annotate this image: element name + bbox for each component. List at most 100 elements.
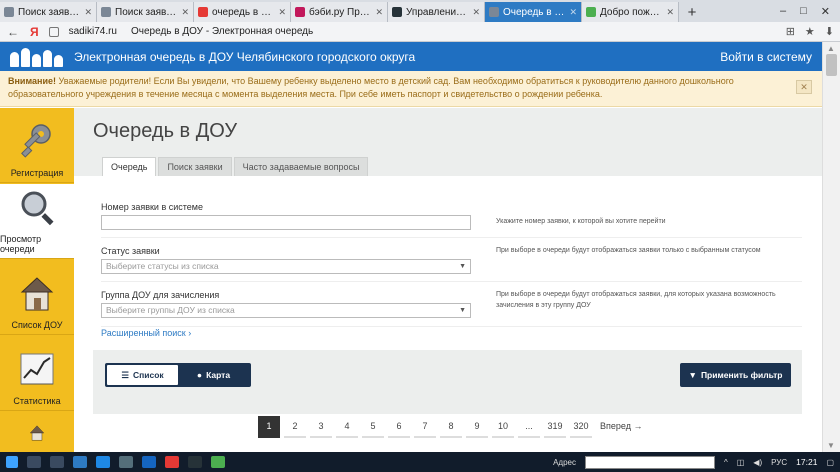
sidebar-item-label: Просмотр очереди <box>0 234 42 254</box>
group-select[interactable]: Выберите группы ДОУ из списка ▼ <box>101 303 471 318</box>
mail-icon[interactable] <box>119 456 133 468</box>
children-logo-icon[interactable] <box>10 47 64 67</box>
pager-page[interactable]: 1 <box>258 416 280 438</box>
sidebar-item-dou-list[interactable]: Список ДОУ <box>0 260 74 335</box>
favicon-icon <box>295 7 305 17</box>
close-tab-icon[interactable]: ✕ <box>375 7 383 18</box>
scroll-down-icon[interactable]: ▼ <box>827 441 835 450</box>
pager-page[interactable]: 10 <box>492 416 514 438</box>
new-tab-button[interactable]: + <box>679 2 705 22</box>
browser-tab-title: Поиск заявлений/ос <box>18 6 81 18</box>
filter-icon: ▼ <box>688 370 697 380</box>
ie-icon[interactable] <box>96 456 110 468</box>
group-hint: При выборе в очереди будут отображаться … <box>496 291 776 309</box>
status-hint: При выборе в очереди будут отображаться … <box>496 247 761 254</box>
sidebar-item-more[interactable] <box>0 412 74 452</box>
page-scrollbar[interactable]: ▲ ▼ <box>822 42 840 452</box>
browser-tab[interactable]: Управление образо ✕ <box>388 2 485 22</box>
browser-tab[interactable]: Поиск заявлений/ос✕ <box>0 2 97 22</box>
house-icon <box>20 277 54 311</box>
chevron-down-icon: ▼ <box>459 263 466 270</box>
notice-text: Уважаемые родители! Если Вы увидели, что… <box>8 76 734 99</box>
close-tab-icon[interactable]: ✕ <box>278 7 286 18</box>
tabs-view-icon[interactable]: ⊞ <box>786 25 795 38</box>
language-indicator[interactable]: РУС <box>771 458 787 467</box>
browser-tab[interactable]: Поиск заявлений/ос✕ <box>97 2 194 22</box>
close-tab-icon[interactable]: ✕ <box>666 7 674 18</box>
view-list-button[interactable]: ☰ Список <box>107 365 178 385</box>
sidebar-item-label: Список ДОУ <box>11 320 63 330</box>
word-icon[interactable] <box>142 456 156 468</box>
lock-icon <box>48 26 59 37</box>
list-icon: ☰ <box>121 369 129 380</box>
close-tab-icon[interactable]: ✕ <box>181 7 189 18</box>
back-button[interactable]: ← <box>6 25 20 39</box>
view-map-label: Карта <box>206 370 231 380</box>
yandex-browser-icon[interactable] <box>165 456 179 468</box>
pager-page[interactable]: 8 <box>440 416 462 438</box>
status-select[interactable]: Выберите статусы из списка ▼ <box>101 259 471 274</box>
close-tab-icon[interactable]: ✕ <box>472 7 480 18</box>
login-link[interactable]: Войти в систему <box>720 50 812 64</box>
network-icon[interactable]: ◫ <box>737 458 745 467</box>
edge-icon[interactable] <box>73 456 87 468</box>
browser-tab-title: Управление образо <box>406 6 468 18</box>
minimize-button[interactable]: – <box>780 5 786 17</box>
application-number-input[interactable] <box>101 215 471 230</box>
form-row-number: Номер заявки в системе Укажите номер зая… <box>101 196 802 238</box>
maximize-button[interactable]: □ <box>800 5 807 17</box>
notice-close-button[interactable]: ✕ <box>796 80 812 94</box>
pager-page[interactable]: 9 <box>466 416 488 438</box>
pager-page[interactable]: 320 <box>570 416 592 438</box>
download-icon[interactable]: ⬇ <box>825 25 834 38</box>
tab-faq[interactable]: Часто задаваемые вопросы <box>233 157 369 176</box>
pager-page[interactable]: 5 <box>362 416 384 438</box>
pager-next[interactable]: Вперед → <box>596 416 646 438</box>
pager-page[interactable]: 2 <box>284 416 306 438</box>
close-tab-icon[interactable]: ✕ <box>84 7 92 18</box>
taskbar-address-input[interactable] <box>584 455 715 469</box>
pager-page[interactable]: 4 <box>336 416 358 438</box>
view-map-button[interactable]: ● Карта <box>178 365 249 385</box>
task-view-icon[interactable] <box>50 456 64 468</box>
advanced-search-link[interactable]: Расширенный поиск › <box>101 328 191 338</box>
pager-page[interactable]: 6 <box>388 416 410 438</box>
favicon-icon <box>101 7 111 17</box>
favicon-icon <box>392 7 402 17</box>
apply-filter-button[interactable]: ▼ Применить фильтр <box>680 363 791 387</box>
tab-search-application[interactable]: Поиск заявки <box>158 157 232 176</box>
sidebar-item-statistics[interactable]: Статистика <box>0 336 74 411</box>
notifications-icon[interactable]: ▢ <box>826 458 834 467</box>
sidebar-item-registration[interactable]: Регистрация <box>0 108 74 183</box>
browser-tab[interactable]: Добро пожаловать ✕ <box>582 2 679 22</box>
url-domain[interactable]: sadiki74.ru <box>69 26 117 37</box>
site-header: Электронная очередь в ДОУ Челябинского г… <box>0 42 822 71</box>
browser-tab[interactable]: очередь в детский с ✕ <box>194 2 291 22</box>
browser-tab[interactable]: бэби.ру Прямой эф✕ <box>291 2 388 22</box>
pager-page[interactable]: 3 <box>310 416 332 438</box>
favicon-icon <box>586 7 596 17</box>
browser-tab[interactable]: Очередь в ДОУ - ✕ <box>485 2 582 22</box>
bookmark-star-icon[interactable]: ★ <box>805 25 815 38</box>
pager-page[interactable]: 319 <box>544 416 566 438</box>
chevron-down-icon: ▼ <box>459 307 466 314</box>
tray-chevron-icon[interactable]: ^ <box>724 458 728 467</box>
clock[interactable]: 17:21 <box>796 457 817 467</box>
skype-icon[interactable] <box>188 456 202 468</box>
scroll-up-icon[interactable]: ▲ <box>827 44 835 53</box>
url-page-title[interactable]: Очередь в ДОУ - Электронная очередь <box>131 26 313 37</box>
globe-icon: ● <box>196 370 203 380</box>
number-label: Номер заявки в системе <box>101 202 203 212</box>
app-icon[interactable] <box>211 456 225 468</box>
volume-icon[interactable]: ◀) <box>753 458 762 467</box>
search-icon[interactable] <box>27 456 41 468</box>
windows-taskbar: Адрес ^ ◫ ◀) РУС 17:21 ▢ <box>0 452 840 472</box>
close-window-button[interactable]: ✕ <box>821 5 830 18</box>
tab-queue[interactable]: Очередь <box>102 157 157 176</box>
sidebar-item-queue-view[interactable]: Просмотр очереди <box>0 184 74 259</box>
scroll-thumb[interactable] <box>826 54 837 76</box>
pager-page[interactable]: 7 <box>414 416 436 438</box>
close-tab-icon[interactable]: ✕ <box>569 7 577 18</box>
yandex-logo[interactable]: Я <box>30 25 39 39</box>
windows-start-icon[interactable] <box>6 456 18 468</box>
